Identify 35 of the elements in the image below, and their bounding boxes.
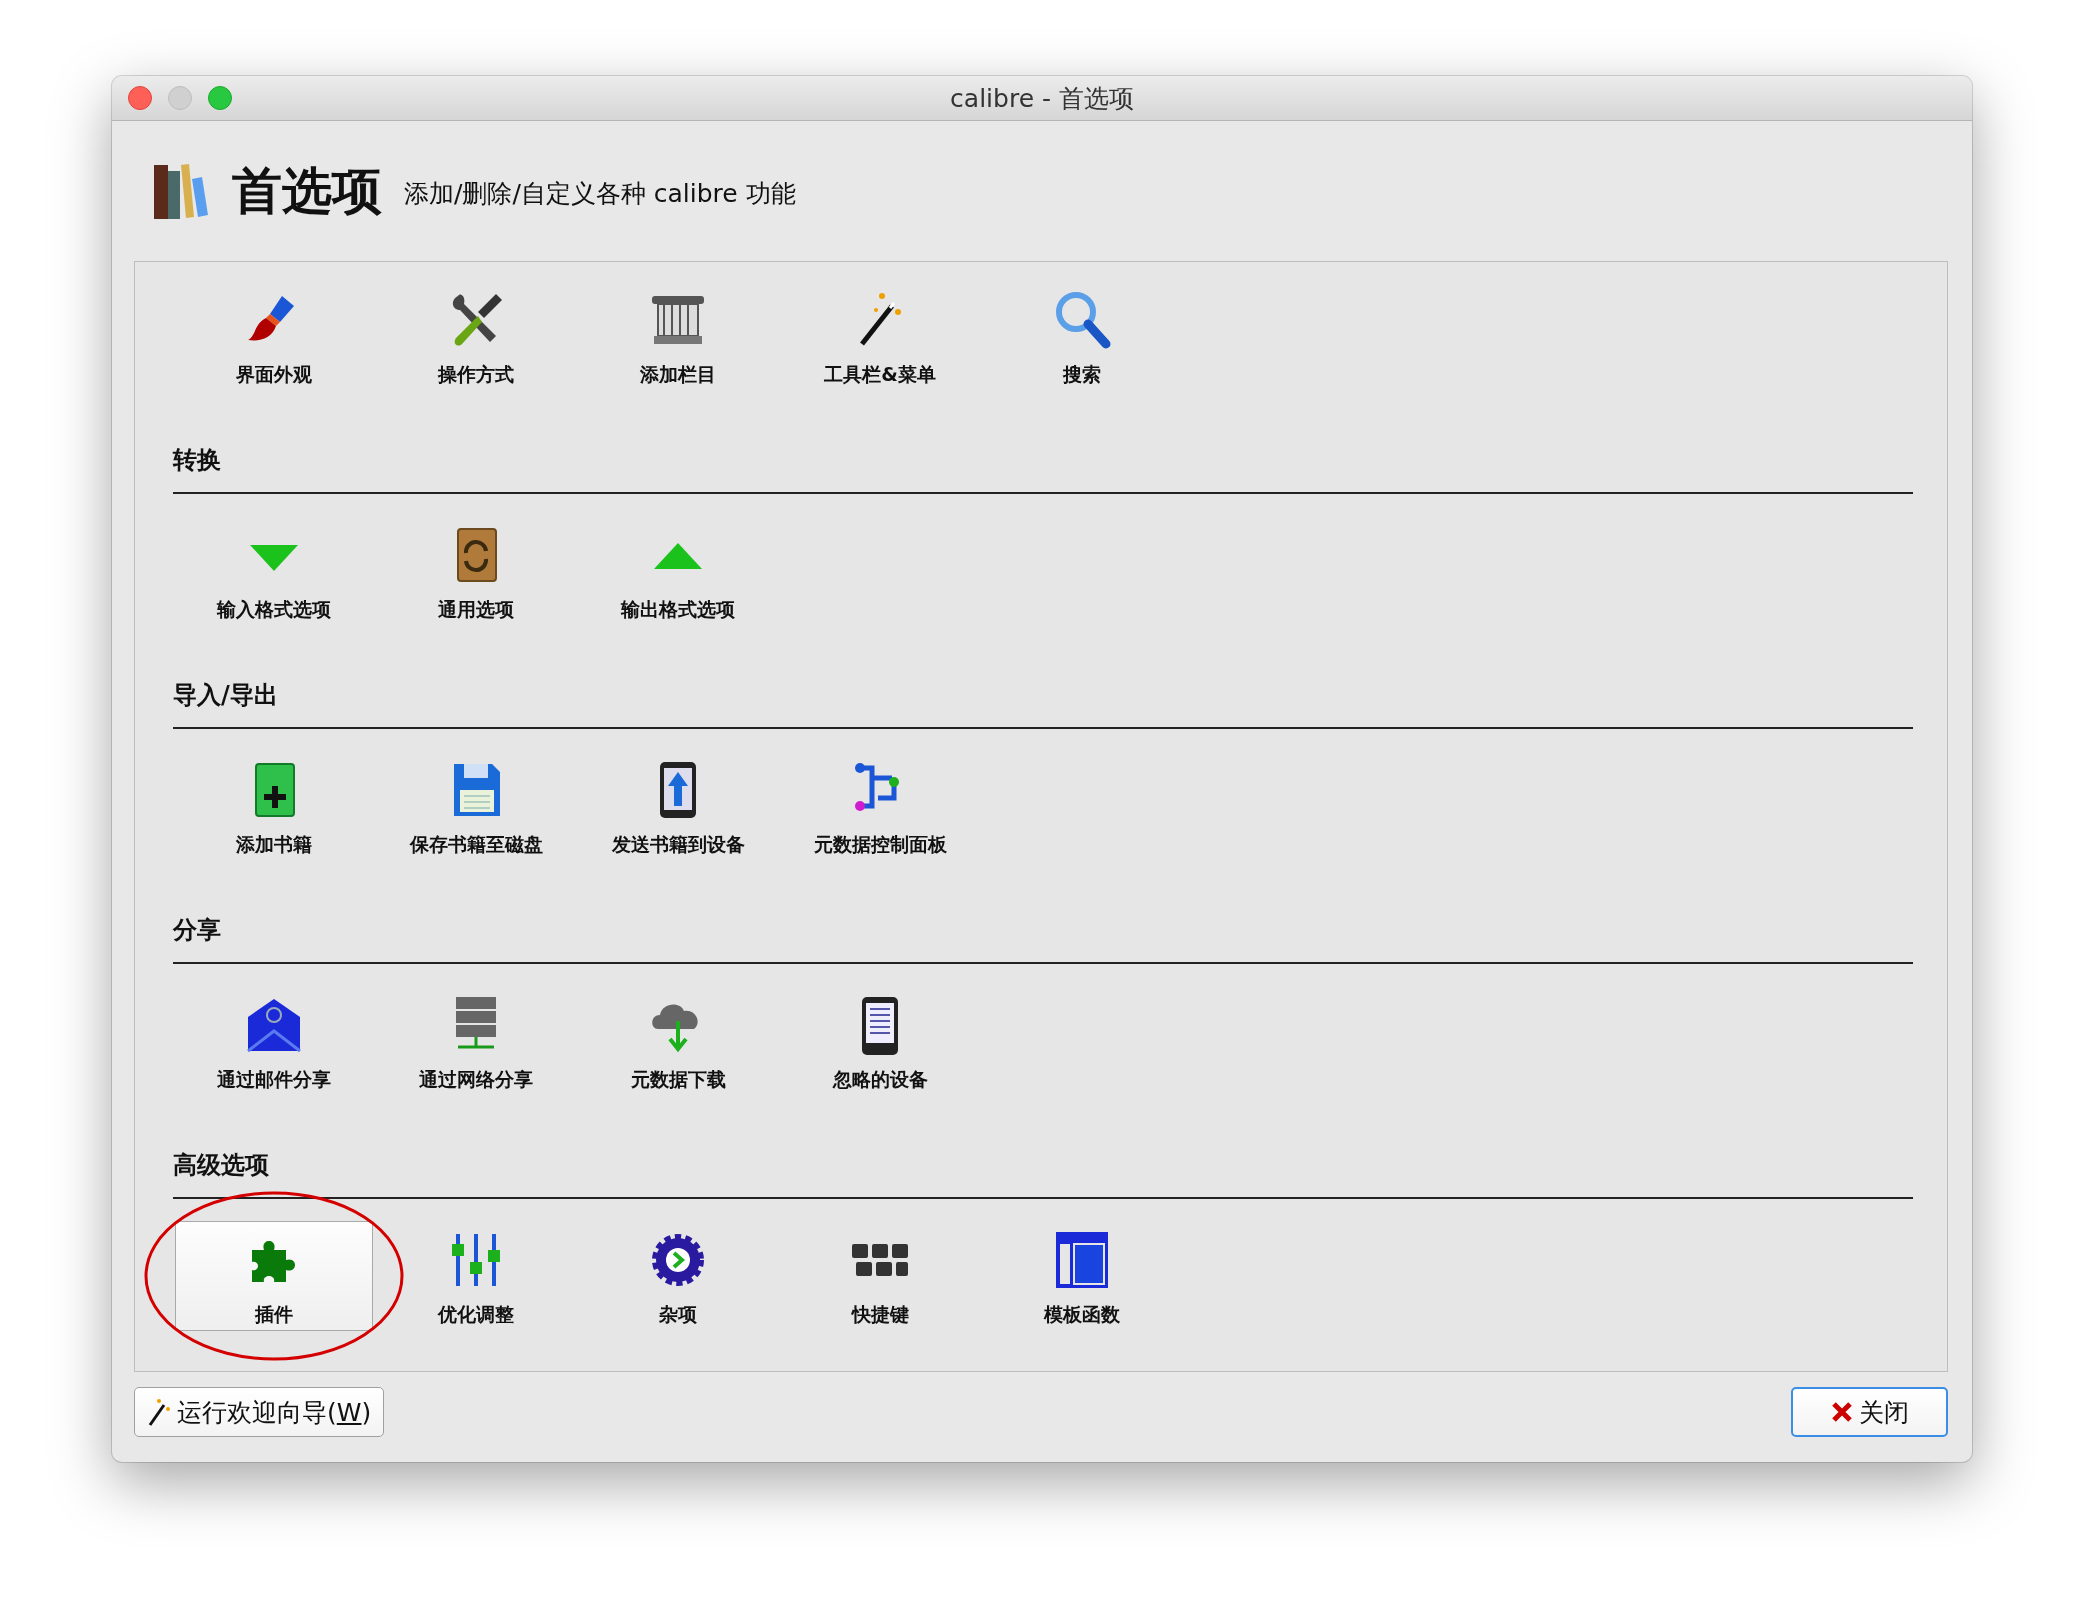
preference-item[interactable]: 添加书籍: [175, 751, 373, 861]
preference-item[interactable]: 保存书籍至磁盘: [377, 751, 575, 861]
preference-item[interactable]: 元数据下载: [579, 986, 777, 1096]
section-heading: 高级选项: [173, 1150, 1913, 1199]
preference-item[interactable]: 输入格式选项: [175, 516, 373, 626]
page-subtitle: 添加/删除/自定义各种 calibre 功能: [404, 177, 796, 210]
preference-item[interactable]: 通用选项: [377, 516, 575, 626]
preference-item[interactable]: 界面外观: [175, 281, 373, 391]
window-title: calibre - 首选项: [950, 82, 1134, 115]
preference-item[interactable]: 杂项: [579, 1221, 777, 1331]
preference-item[interactable]: 通过网络分享: [377, 986, 575, 1096]
preference-item[interactable]: 操作方式: [377, 281, 575, 391]
section-heading: 转换: [173, 445, 1913, 494]
minimize-window-button[interactable]: [168, 86, 192, 110]
close-window-button[interactable]: [128, 86, 152, 110]
page-title: 首选项: [232, 160, 382, 222]
preference-item[interactable]: 搜索: [983, 281, 1181, 391]
welcome-wizard-button[interactable]: 运行欢迎向导(W): [134, 1387, 385, 1437]
cross-icon: [1830, 1401, 1853, 1423]
preference-item[interactable]: 发送书籍到设备: [579, 751, 777, 861]
section-heading: 导入/导出: [173, 680, 1913, 729]
preference-item[interactable]: 优化调整: [377, 1221, 575, 1331]
section-heading: 分享: [173, 915, 1913, 964]
preference-item[interactable]: 元数据控制面板: [781, 751, 979, 861]
preference-item[interactable]: 模板函数: [983, 1221, 1181, 1331]
preference-item[interactable]: 输出格式选项: [579, 516, 777, 626]
zoom-window-button[interactable]: [208, 86, 232, 110]
preference-item[interactable]: 通过邮件分享: [175, 986, 373, 1096]
preference-item[interactable]: 工具栏&菜单: [781, 281, 979, 391]
preference-item[interactable]: 添加栏目: [579, 281, 777, 391]
close-button[interactable]: 关闭: [1791, 1387, 1948, 1437]
preference-item[interactable]: 插件: [175, 1221, 373, 1331]
preference-item[interactable]: 快捷键: [781, 1221, 979, 1331]
preference-item[interactable]: 忽略的设备: [781, 986, 979, 1096]
magic-wand-icon: [147, 1397, 171, 1427]
